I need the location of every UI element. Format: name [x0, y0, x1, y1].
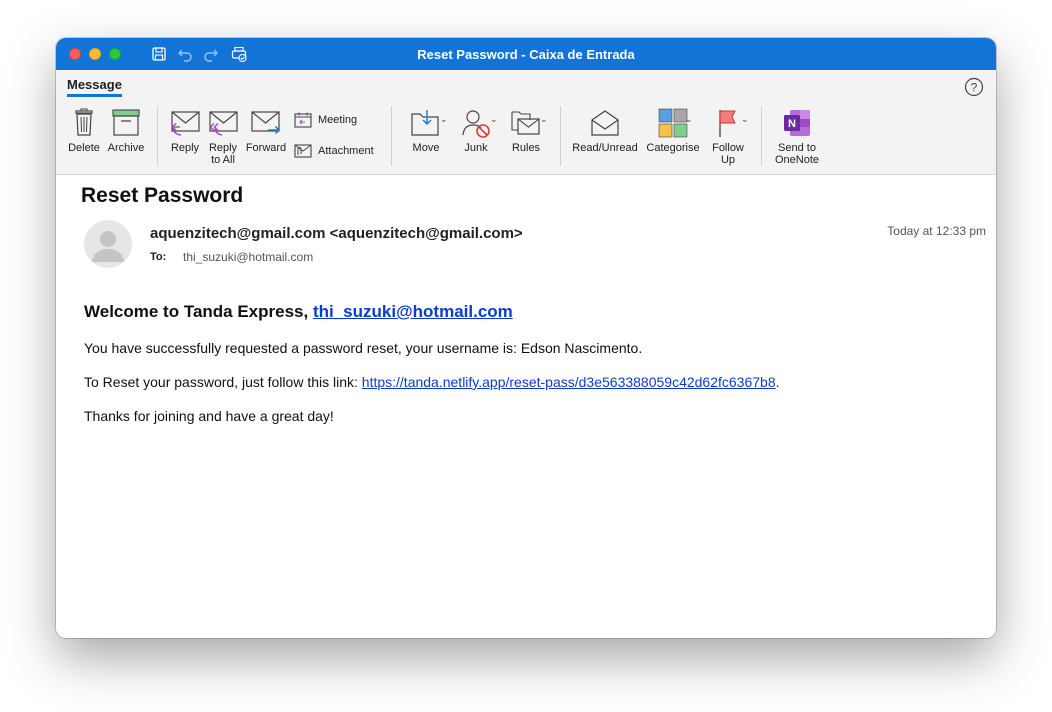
move-icon	[411, 110, 439, 136]
junk-dropdown-icon[interactable]: ⌄	[490, 114, 498, 125]
categorise-button[interactable]: Categorise	[644, 108, 702, 154]
meeting-button[interactable]: Meeting	[294, 112, 357, 128]
archive-icon	[112, 109, 140, 136]
onenote-icon: N	[784, 110, 810, 136]
junk-icon	[462, 110, 490, 138]
help-icon[interactable]: ?	[964, 77, 984, 97]
rules-dropdown-icon[interactable]: ⌄	[540, 114, 548, 125]
attachment-icon	[294, 144, 312, 158]
archive-button[interactable]: Archive	[106, 108, 146, 154]
ribbon-separator	[157, 106, 158, 166]
body-line-username: You have successfully requested a passwo…	[84, 340, 643, 356]
forward-icon	[251, 111, 281, 135]
reply-all-icon	[209, 111, 238, 136]
avatar	[84, 220, 132, 268]
follow-up-dropdown-icon[interactable]: ⌄	[741, 114, 749, 125]
read-unread-icon	[591, 110, 619, 136]
reset-password-link[interactable]: https://tanda.netlify.app/reset-pass/d3e…	[362, 374, 776, 390]
send-to-onenote-button[interactable]: N Send to OneNote	[770, 108, 824, 166]
ribbon-separator	[391, 106, 392, 166]
forward-button[interactable]: Forward	[244, 108, 288, 154]
body-line-reset-link: To Reset your password, just follow this…	[84, 374, 780, 390]
ribbon-toolbar: Message ? Delete Archive Reply Reply to …	[56, 70, 996, 175]
rules-icon	[511, 111, 540, 135]
meeting-icon	[294, 112, 312, 128]
svg-text:?: ?	[971, 81, 978, 95]
delete-button[interactable]: Delete	[66, 108, 102, 154]
title-bar: Reset Password - Caixa de Entrada	[56, 38, 996, 70]
ribbon-separator	[560, 106, 561, 166]
message-pane: Reset Password aquenzitech@gmail.com <aq…	[56, 176, 996, 638]
delete-icon	[75, 108, 93, 136]
recipient-address[interactable]: thi_suzuki@hotmail.com	[183, 250, 313, 264]
reply-all-button[interactable]: Reply to All	[204, 108, 242, 166]
mail-window: Reset Password - Caixa de Entrada Messag…	[56, 38, 996, 638]
message-body: Welcome to Tanda Express, thi_suzuki@hot…	[84, 302, 964, 424]
read-unread-button[interactable]: Read/Unread	[570, 108, 640, 154]
move-dropdown-icon[interactable]: ⌄	[440, 114, 448, 125]
svg-text:N: N	[788, 118, 796, 130]
body-line-thanks: Thanks for joining and have a great day!	[84, 408, 334, 424]
reply-button[interactable]: Reply	[168, 108, 202, 154]
tab-message[interactable]: Message	[67, 77, 122, 97]
attachment-button[interactable]: Attachment	[294, 144, 374, 158]
message-timestamp: Today at 12:33 pm	[887, 224, 986, 238]
categorise-dropdown-icon[interactable]: ⌄	[685, 114, 693, 125]
reply-icon	[171, 111, 200, 136]
to-label: To:	[150, 251, 167, 263]
message-subject: Reset Password	[81, 184, 244, 207]
window-title: Reset Password - Caixa de Entrada	[417, 47, 635, 62]
welcome-email-link[interactable]: thi_suzuki@hotmail.com	[313, 302, 513, 321]
follow-up-icon	[719, 110, 736, 137]
avatar-icon	[84, 220, 132, 268]
welcome-heading: Welcome to Tanda Express, thi_suzuki@hot…	[84, 302, 513, 321]
sender-address[interactable]: aquenzitech@gmail.com <aquenzitech@gmail…	[150, 225, 523, 242]
ribbon-separator	[761, 106, 762, 166]
